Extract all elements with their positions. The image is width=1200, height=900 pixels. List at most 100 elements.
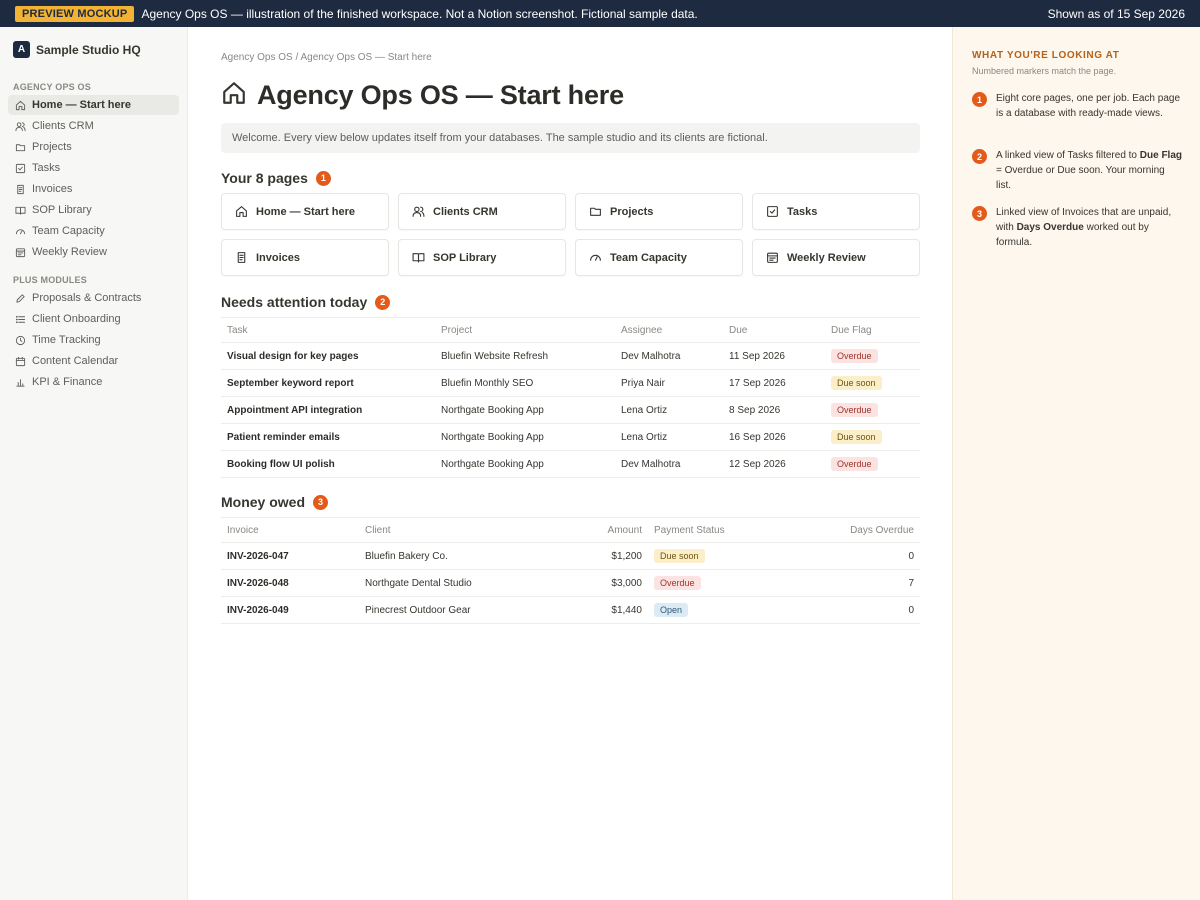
pen-icon: [14, 292, 26, 304]
page-card-label: SOP Library: [433, 251, 497, 264]
due-date: 17 Sep 2026: [723, 369, 825, 397]
table-row[interactable]: Booking flow UI polish Northgate Booking …: [221, 450, 920, 478]
sidebar-item-invoices[interactable]: Invoices: [8, 179, 179, 199]
attention-heading: Needs attention today 2: [221, 294, 391, 310]
page-card-projects[interactable]: Projects: [575, 193, 743, 230]
page-card-invoices[interactable]: Invoices: [221, 239, 389, 276]
column-header[interactable]: Days Overdue: [798, 517, 920, 543]
clock-icon: [14, 334, 26, 346]
money-heading-text: Money owed: [221, 494, 306, 510]
table-row[interactable]: September keyword report Bluefin Monthly …: [221, 369, 920, 397]
column-header[interactable]: Client: [359, 517, 539, 543]
folder-icon: [14, 141, 26, 153]
banner-as-of: Shown as of 15 Sep 2026: [1047, 7, 1185, 21]
invoice-id[interactable]: INV-2026-047: [221, 542, 359, 570]
sidebar-item-label: Proposals & Contracts: [32, 292, 142, 304]
assignee: Priya Nair: [615, 369, 723, 397]
sidebar-item-tasks[interactable]: Tasks: [8, 158, 179, 178]
pages-heading-text: Your 8 pages: [221, 170, 308, 186]
sidebar-item-clients-crm[interactable]: Clients CRM: [8, 116, 179, 136]
sidebar-item-sop-library[interactable]: SOP Library: [8, 200, 179, 220]
invoice-id[interactable]: INV-2026-048: [221, 569, 359, 597]
column-header[interactable]: Due Flag: [825, 317, 920, 343]
page-card-home-start-here[interactable]: Home — Start here: [221, 193, 389, 230]
book-icon: [14, 204, 26, 216]
page-card-sop-library[interactable]: SOP Library: [398, 239, 566, 276]
attention-heading-text: Needs attention today: [221, 294, 368, 310]
sidebar-item-projects[interactable]: Projects: [8, 137, 179, 157]
workspace-name: Sample Studio HQ: [36, 42, 141, 57]
breadcrumb[interactable]: Agency Ops OS / Agency Ops OS — Start he…: [221, 52, 432, 63]
sidebar-item-team-capacity[interactable]: Team Capacity: [8, 221, 179, 241]
page-title-text: Agency Ops OS — Start here: [257, 80, 624, 110]
workspace-switcher[interactable]: A Sample Studio HQ: [13, 41, 141, 58]
due-flag-cell: Overdue: [825, 450, 920, 478]
task-name[interactable]: Visual design for key pages: [221, 342, 435, 370]
column-header[interactable]: Project: [435, 317, 615, 343]
page-card-label: Invoices: [256, 251, 301, 264]
sidebar-item-home-start-here[interactable]: Home — Start here: [8, 95, 179, 115]
table-row[interactable]: Appointment API integration Northgate Boo…: [221, 396, 920, 424]
page-card-label: Team Capacity: [610, 251, 687, 264]
money-heading: Money owed 3: [221, 494, 329, 510]
sidebar-item-label: Weekly Review: [32, 246, 107, 258]
column-header[interactable]: Assignee: [615, 317, 723, 343]
client-name: Northgate Dental Studio: [359, 569, 539, 597]
table-row[interactable]: INV-2026-047 Bluefin Bakery Co. $1,200 Due …: [221, 542, 920, 570]
marker-1: 1: [972, 92, 987, 107]
page-card-weekly-review[interactable]: Weekly Review: [752, 239, 920, 276]
sidebar-item-label: Team Capacity: [32, 225, 105, 237]
sidebar-section-agency-ops: AGENCY OPS OS: [13, 82, 91, 92]
column-header[interactable]: Due: [723, 317, 825, 343]
page-card-clients-crm[interactable]: Clients CRM: [398, 193, 566, 230]
sidebar-item-time-tracking[interactable]: Time Tracking: [8, 330, 179, 350]
table-row[interactable]: Patient reminder emails Northgate Booking…: [221, 423, 920, 451]
invoice-id[interactable]: INV-2026-049: [221, 596, 359, 624]
sidebar-item-kpi-and-finance[interactable]: KPI & Finance: [8, 372, 179, 392]
due-date: 16 Sep 2026: [723, 423, 825, 451]
sidebar-item-label: SOP Library: [32, 204, 92, 216]
sidebar-item-label: KPI & Finance: [32, 376, 103, 388]
people-icon: [14, 120, 26, 132]
preview-tag: PREVIEW MOCKUP: [15, 5, 135, 22]
sidebar-item-label: Projects: [32, 141, 72, 153]
column-header[interactable]: Payment Status: [648, 517, 798, 543]
sidebar-item-client-onboarding[interactable]: Client Onboarding: [8, 309, 179, 329]
task-name[interactable]: September keyword report: [221, 369, 435, 397]
column-header[interactable]: Task: [221, 317, 435, 343]
project-name: Northgate Booking App: [435, 423, 615, 451]
payment-status-cell: Open: [648, 596, 798, 624]
explainer-note-2: 2 A linked view of Tasks filtered to Due…: [972, 148, 1182, 193]
column-header[interactable]: Amount: [539, 517, 648, 543]
task-name[interactable]: Patient reminder emails: [221, 423, 435, 451]
calendar-list-icon: [14, 246, 26, 258]
note-text: Eight core pages, one per job. Each page…: [996, 93, 1181, 119]
marker-1: 1: [315, 170, 331, 186]
task-name[interactable]: Appointment API integration: [221, 396, 435, 424]
sidebar-item-proposals-and-contracts[interactable]: Proposals & Contracts: [8, 288, 179, 308]
client-name: Bluefin Bakery Co.: [359, 542, 539, 570]
note-text-part: = Overdue or Due soon. Your morning list…: [996, 165, 1165, 191]
money-table: Invoice Client Amount Payment Status Days Ov…: [221, 517, 920, 624]
sidebar-item-label: Home — Start here: [32, 99, 132, 111]
table-row[interactable]: INV-2026-049 Pinecrest Outdoor Gear $1,440…: [221, 596, 920, 624]
home-icon: [221, 80, 247, 111]
sidebar-item-label: Tasks: [32, 162, 61, 174]
table-row[interactable]: Visual design for key pages Bluefin Websi…: [221, 342, 920, 370]
calendar-list-icon: [765, 251, 779, 265]
sidebar-item-label: Content Calendar: [32, 355, 119, 367]
note-text: Linked view of Invoices that are unpaid,…: [996, 205, 1182, 250]
sidebar-item-content-calendar[interactable]: Content Calendar: [8, 351, 179, 371]
page-card-team-capacity[interactable]: Team Capacity: [575, 239, 743, 276]
column-header[interactable]: Invoice: [221, 517, 359, 543]
explainer-title: WHAT YOU'RE LOOKING AT: [972, 50, 1120, 61]
page-card-tasks[interactable]: Tasks: [752, 193, 920, 230]
list-icon: [14, 313, 26, 325]
task-name[interactable]: Booking flow UI polish: [221, 450, 435, 478]
table-row[interactable]: INV-2026-048 Northgate Dental Studio $3,00…: [221, 569, 920, 597]
sidebar-item-weekly-review[interactable]: Weekly Review: [8, 242, 179, 262]
amount: $3,000: [539, 569, 648, 597]
payment-status-cell: Overdue: [648, 569, 798, 597]
project-name: Bluefin Website Refresh: [435, 342, 615, 370]
due-date: 11 Sep 2026: [723, 342, 825, 370]
